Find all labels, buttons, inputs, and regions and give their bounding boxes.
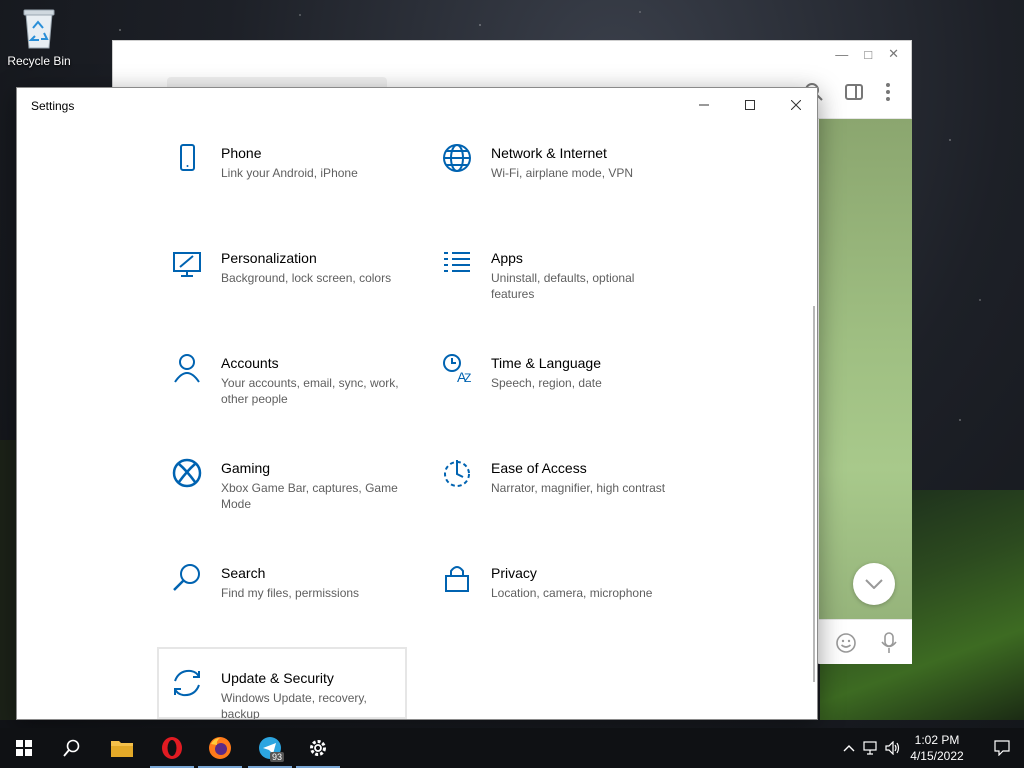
tile-name: Gaming bbox=[221, 460, 271, 476]
taskbar-file-explorer[interactable] bbox=[98, 728, 146, 768]
settings-window: Settings Phone Link your Android, iPhone… bbox=[16, 87, 818, 720]
lock-icon bbox=[445, 566, 469, 592]
start-button[interactable] bbox=[0, 728, 48, 768]
search-icon bbox=[63, 739, 80, 757]
tile-name: Accounts bbox=[221, 355, 279, 371]
telegram-unread-badge: 93 bbox=[270, 752, 285, 762]
tile-name: Privacy bbox=[491, 565, 537, 581]
taskbar-search-button[interactable] bbox=[48, 728, 96, 768]
tile-description: Speech, region, date bbox=[491, 376, 602, 390]
svg-text:Z: Z bbox=[464, 371, 471, 384]
compose-bar bbox=[819, 619, 912, 664]
tile-description: Wi-Fi, airplane mode, VPN bbox=[491, 166, 634, 180]
tile-name: Network & Internet bbox=[491, 145, 607, 161]
more-options-icon[interactable] bbox=[877, 81, 899, 103]
tile-name: Ease of Access bbox=[491, 460, 587, 476]
clock-time: 1:02 PM bbox=[914, 733, 960, 747]
tile-apps[interactable]: Apps Uninstall, defaults, optional featu… bbox=[427, 227, 677, 301]
action-center-button[interactable] bbox=[980, 728, 1024, 768]
settings-titlebar: Settings bbox=[17, 88, 817, 122]
recycle-bin-icon bbox=[22, 6, 56, 50]
system-tray: 1:02 PM 4/15/2022 bbox=[838, 728, 1024, 768]
tile-description: Location, camera, microphone bbox=[491, 586, 653, 600]
tile-gaming[interactable]: Gaming Xbox Game Bar, captures, Game Mod… bbox=[157, 437, 407, 511]
tile-description: Narrator, magnifier, high contrast bbox=[491, 481, 666, 495]
taskbar-settings[interactable] bbox=[294, 728, 342, 768]
tile-accounts[interactable]: Accounts Your accounts, email, sync, wor… bbox=[157, 332, 407, 406]
tile-name: Phone bbox=[221, 145, 262, 161]
settings-gear-icon bbox=[310, 740, 326, 756]
bg-close-icon[interactable]: ✕ bbox=[888, 46, 899, 62]
vertical-scrollbar[interactable] bbox=[813, 306, 815, 682]
network-icon bbox=[863, 741, 877, 755]
opera-icon bbox=[162, 737, 182, 759]
tile-description: Background, lock screen, colors bbox=[221, 271, 392, 285]
bg-minimize-icon[interactable]: — bbox=[835, 47, 848, 62]
file-explorer-icon bbox=[111, 741, 133, 757]
tile-description: Windows Update, recovery, backup bbox=[221, 691, 367, 720]
window-title: Settings bbox=[31, 99, 75, 113]
microphone-icon[interactable] bbox=[879, 631, 899, 655]
close-button[interactable] bbox=[773, 88, 817, 122]
tile-name: Search bbox=[221, 565, 266, 581]
tile-description: Xbox Game Bar, captures, Game Mode bbox=[221, 481, 398, 511]
close-icon bbox=[791, 100, 801, 110]
recycle-bin-shortcut[interactable]: Recycle Bin bbox=[4, 6, 74, 68]
taskbar-firefox[interactable] bbox=[196, 728, 244, 768]
volume-button[interactable] bbox=[882, 728, 904, 768]
recycle-bin-label: Recycle Bin bbox=[7, 54, 71, 68]
tile-description: Your accounts, email, sync, work, other … bbox=[221, 376, 399, 406]
tile-name: Personalization bbox=[221, 250, 317, 266]
tile-name: Time & Language bbox=[491, 355, 601, 371]
tile-description: Uninstall, defaults, optional features bbox=[491, 271, 635, 301]
phone-icon bbox=[180, 144, 195, 171]
minimize-button[interactable] bbox=[681, 88, 727, 122]
tile-description: Find my files, permissions bbox=[221, 586, 360, 600]
personalization-icon bbox=[173, 252, 201, 277]
taskbar-telegram[interactable]: 93 bbox=[246, 728, 294, 768]
bg-maximize-icon[interactable]: □ bbox=[864, 47, 872, 62]
tile-name: Update & Security bbox=[221, 670, 334, 686]
taskbar-opera[interactable] bbox=[148, 728, 196, 768]
bg-window-titlebar: — □ ✕ bbox=[113, 41, 911, 67]
tile-description: Link your Android, iPhone bbox=[221, 166, 358, 180]
speaker-icon bbox=[885, 741, 900, 755]
taskbar: 93 1:02 PM 4/15/2022 bbox=[0, 728, 1024, 768]
wallpaper-ground bbox=[0, 440, 17, 720]
notification-icon bbox=[994, 740, 1010, 756]
tile-phone[interactable]: Phone Link your Android, iPhone bbox=[157, 122, 407, 192]
tile-update-security[interactable]: Update & Security Windows Update, recove… bbox=[157, 647, 407, 719]
maximize-button[interactable] bbox=[727, 88, 773, 122]
firefox-icon bbox=[209, 737, 231, 759]
show-hidden-icons-button[interactable] bbox=[838, 728, 860, 768]
scroll-down-button[interactable] bbox=[853, 563, 895, 605]
chevron-up-icon bbox=[843, 745, 855, 752]
search-icon bbox=[173, 564, 200, 591]
emoji-icon[interactable] bbox=[835, 632, 857, 654]
sync-icon bbox=[174, 669, 200, 697]
tile-personalization[interactable]: Personalization Background, lock screen,… bbox=[157, 227, 407, 297]
tile-name: Apps bbox=[491, 250, 523, 266]
person-icon bbox=[174, 354, 200, 383]
clock-date: 4/15/2022 bbox=[910, 749, 964, 763]
minimize-icon bbox=[699, 104, 709, 106]
globe-icon bbox=[443, 144, 471, 172]
ease-of-access-icon bbox=[444, 460, 470, 487]
maximize-icon bbox=[745, 100, 755, 110]
xbox-icon bbox=[172, 458, 202, 488]
tile-search[interactable]: Search Find my files, permissions bbox=[157, 542, 407, 612]
clock[interactable]: 1:02 PM 4/15/2022 bbox=[904, 732, 970, 764]
apps-list-icon bbox=[444, 252, 470, 272]
network-status-button[interactable] bbox=[860, 728, 882, 768]
chevron-down-icon bbox=[865, 579, 883, 589]
tile-ease-of-access[interactable]: Ease of Access Narrator, magnifier, high… bbox=[427, 437, 677, 507]
start-icon bbox=[16, 740, 32, 756]
tile-network-internet[interactable]: Network & Internet Wi-Fi, airplane mode,… bbox=[427, 122, 677, 192]
time-language-icon: AZ bbox=[443, 354, 471, 384]
tile-time-language[interactable]: AZ Time & Language Speech, region, date bbox=[427, 332, 677, 402]
sidebar-toggle-icon[interactable] bbox=[843, 81, 865, 103]
chat-background bbox=[819, 119, 912, 619]
tile-privacy[interactable]: Privacy Location, camera, microphone bbox=[427, 542, 677, 612]
